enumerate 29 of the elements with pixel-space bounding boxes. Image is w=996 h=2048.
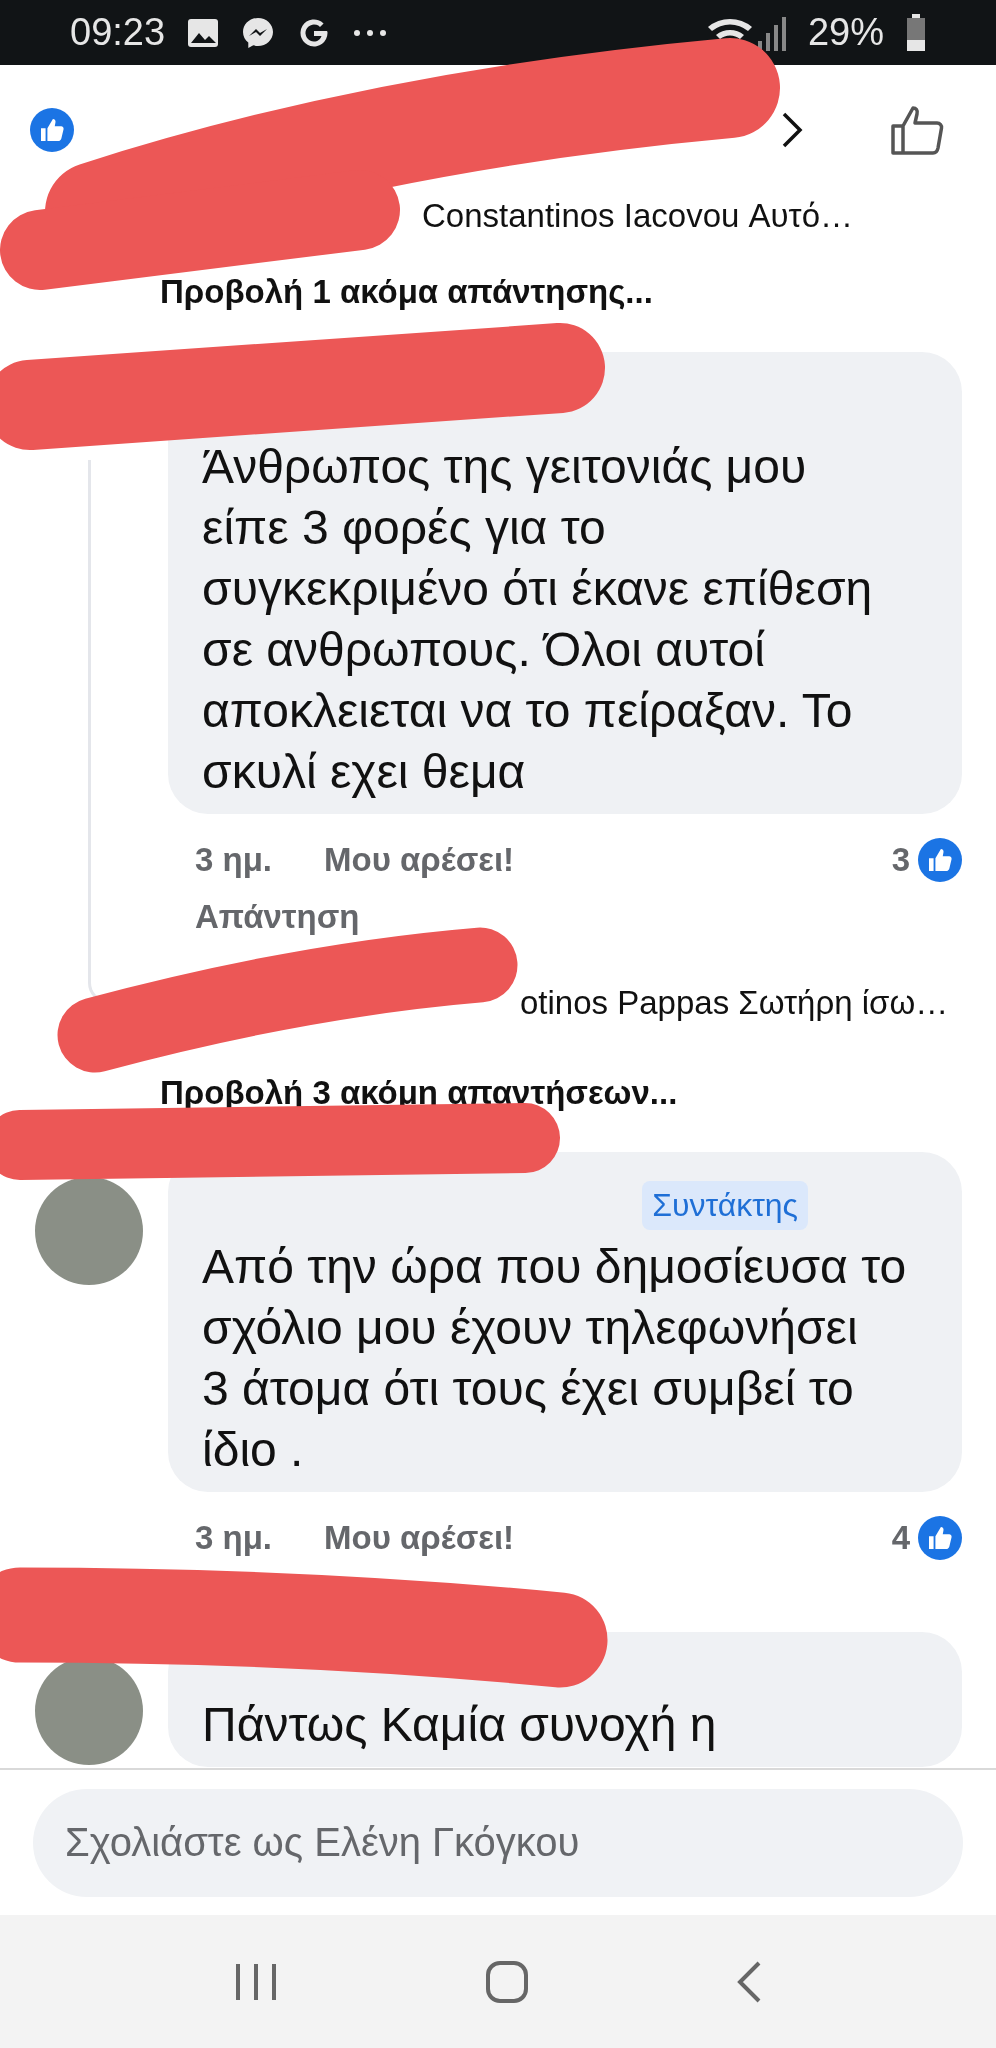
reply-link[interactable]: Απάντηση xyxy=(195,886,360,948)
author-badge: Συντάκτης xyxy=(642,1180,808,1230)
like-count: 3 xyxy=(891,841,910,879)
comment-time: 3 ημ. xyxy=(195,1519,273,1557)
reply-preview-text[interactable]: otinos Pappas Σωτήρη ίσω… xyxy=(520,984,949,1022)
like-count: 4 xyxy=(891,1519,910,1557)
comment-input-field[interactable]: Σχολιάστε ως Ελένη Γκόγκου xyxy=(33,1788,963,1897)
comment-text: Από την ώρα που δημοσίευσα το σχόλιο μου έχουν τηλεφωνήσει 3 άτομα ότι τους έχει συμβεί το ίδιο . xyxy=(202,1239,908,1478)
battery-percent: 29% xyxy=(807,11,884,54)
messenger-icon xyxy=(241,15,276,50)
like-icon xyxy=(30,108,74,152)
more-icon xyxy=(353,28,388,37)
comment-text: Πάντως Καμία συνοχή η xyxy=(202,1697,718,1753)
like-icon xyxy=(918,1516,962,1560)
recent-apps-icon[interactable] xyxy=(233,1961,278,2002)
more-replies-link[interactable]: Προβολή 1 ακόμα απάντησης... xyxy=(160,257,653,327)
like-link[interactable]: Μου αρέσει! xyxy=(324,841,515,879)
status-time: 09:23 xyxy=(70,11,166,54)
home-icon[interactable] xyxy=(485,1959,529,2004)
like-icon xyxy=(918,838,962,882)
chevron-right-icon[interactable] xyxy=(781,111,805,149)
back-icon[interactable] xyxy=(736,1959,763,2004)
image-icon xyxy=(187,17,220,48)
battery-icon xyxy=(906,13,926,52)
like-link[interactable]: Μου αρέσει! xyxy=(324,1519,515,1557)
thumbs-up-icon[interactable] xyxy=(890,104,946,156)
comment-text: Άνθρωπος της γειτονιάς μου είπε 3 φορές για το συγκεκριμένο ότι έκανε επίθεση σε ανθρωπους. Όλοι αυτοί αποκλειεται να το πείραξαν. Το σκυλί εχει θεμα xyxy=(202,439,874,800)
reply-preview-text[interactable]: Constantinos Iacovou Αυτό… xyxy=(422,197,853,235)
comment-time: 3 ημ. xyxy=(195,841,273,879)
